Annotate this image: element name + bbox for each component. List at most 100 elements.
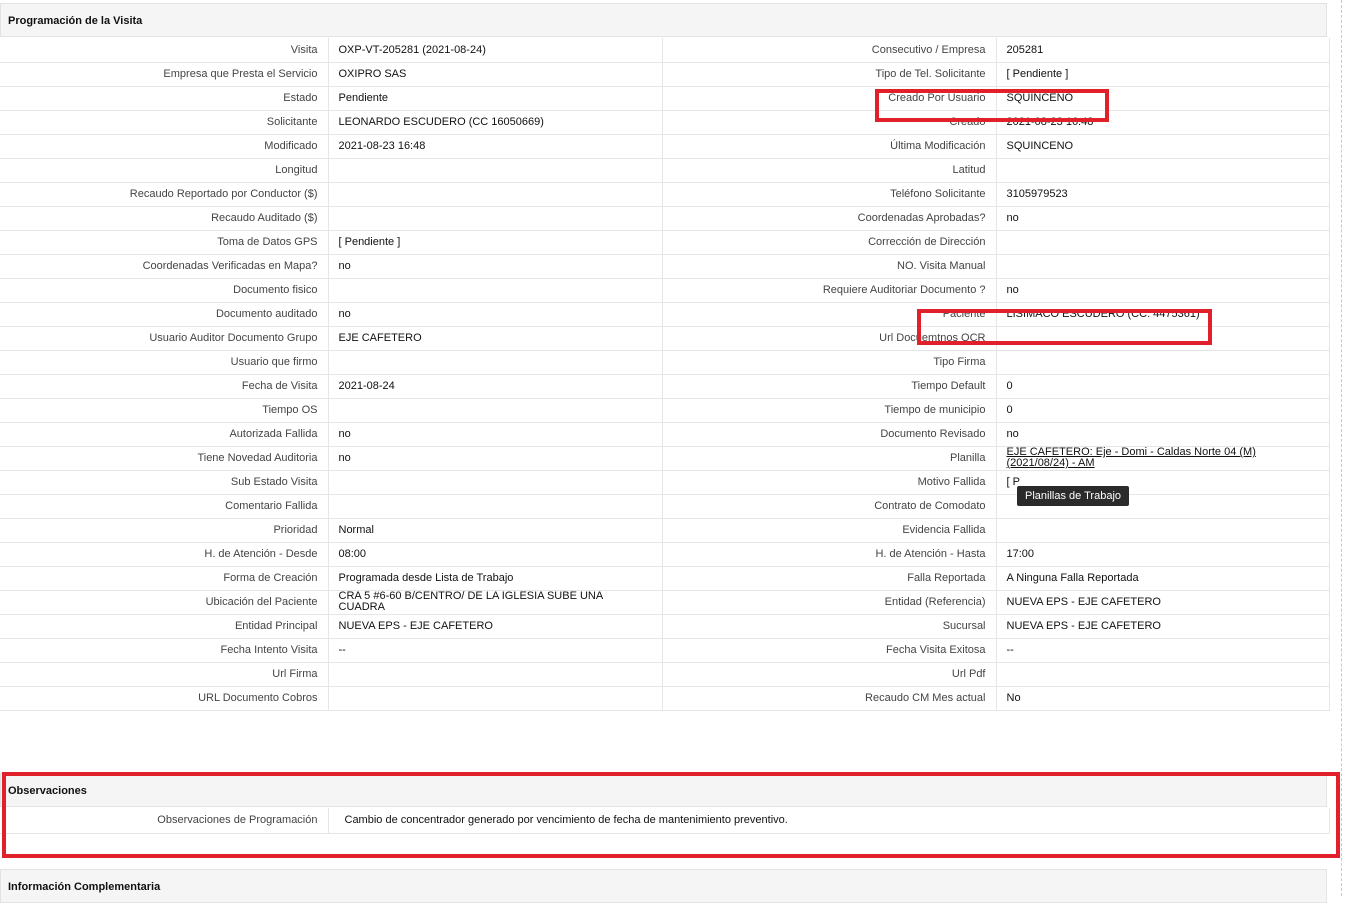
table-row: Solicitante LEONARDO ESCUDERO (CC 1605066…: [0, 110, 1330, 135]
field-label: Evidencia Fallida: [662, 518, 997, 543]
field-value: [328, 662, 663, 687]
field-label: Tiene Novedad Auditoria: [0, 446, 329, 471]
field-value: 0: [996, 398, 1330, 423]
field-label: Corrección de Dirección: [662, 230, 997, 255]
field-label: Solicitante: [0, 110, 329, 135]
field-value: [996, 518, 1330, 543]
field-label: Longitud: [0, 158, 329, 183]
field-label: URL Documento Cobros: [0, 686, 329, 711]
field-value: LISIMACO ESCUDERO (CC: 4475361): [996, 302, 1330, 327]
field-label: Recaudo Auditado ($): [0, 206, 329, 231]
field-label: Usuario que firmo: [0, 350, 329, 375]
field-value: NUEVA EPS - EJE CAFETERO: [328, 614, 663, 639]
field-value: [996, 230, 1330, 255]
table-row: Tiene Novedad Auditoria no Planilla EJE CA…: [0, 446, 1330, 471]
field-value: LEONARDO ESCUDERO (CC 16050669): [328, 110, 663, 135]
table-row: Observaciones de Programación Cambio de …: [0, 808, 1330, 834]
field-label: Entidad (Referencia): [662, 590, 997, 615]
field-value: [328, 494, 663, 519]
field-value: No: [996, 686, 1330, 711]
field-label: Forma de Creación: [0, 566, 329, 591]
observaciones-label: Observaciones de Programación: [0, 808, 329, 834]
dashed-page-border: [1341, 0, 1342, 896]
field-label: Fecha de Visita: [0, 374, 329, 399]
table-row: Empresa que Presta el Servicio OXIPRO SAS…: [0, 62, 1330, 87]
field-value: NUEVA EPS - EJE CAFETERO: [996, 590, 1330, 615]
field-value: 2021-08-24: [328, 374, 663, 399]
field-label: Prioridad: [0, 518, 329, 543]
field-value: OXP-VT-205281 (2021-08-24): [328, 38, 663, 63]
field-value: no: [328, 446, 663, 471]
field-label: Sucursal: [662, 614, 997, 639]
field-value: [ Pendiente ]: [328, 230, 663, 255]
table-row: Autorizada Fallida no Documento Revisado …: [0, 422, 1330, 447]
field-label: NO. Visita Manual: [662, 254, 997, 279]
field-label: Creado Por Usuario: [662, 86, 997, 111]
table-row: H. de Atención - Desde 08:00 H. de Atenció…: [0, 542, 1330, 567]
field-value: 3105979523: [996, 182, 1330, 207]
field-value: 0: [996, 374, 1330, 399]
field-value: no: [328, 422, 663, 447]
field-value: EJE CAFETERO: [328, 326, 663, 351]
field-label: Fecha Intento Visita: [0, 638, 329, 663]
field-value: no: [996, 278, 1330, 303]
field-label: Consecutivo / Empresa: [662, 38, 997, 63]
table-row: Forma de Creación Programada desde Lista …: [0, 566, 1330, 591]
visit-details-table: Visita OXP-VT-205281 (2021-08-24) Consecut…: [0, 38, 1330, 711]
planilla-tooltip: Planillas de Trabajo: [1017, 486, 1130, 506]
planilla-link[interactable]: EJE CAFETERO: Eje - Domi - Caldas Norte …: [1007, 446, 1256, 469]
field-label: Modificado: [0, 134, 329, 159]
table-row: URL Documento Cobros Recaudo CM Mes actua…: [0, 686, 1330, 711]
field-value: EJE CAFETERO: Eje - Domi - Caldas Norte …: [996, 446, 1330, 471]
table-row: Usuario Auditor Documento Grupo EJE CAFET…: [0, 326, 1330, 351]
observaciones-value: Cambio de concentrador generado por venc…: [328, 808, 1330, 834]
table-row: Visita OXP-VT-205281 (2021-08-24) Consecut…: [0, 38, 1330, 63]
field-label: Toma de Datos GPS: [0, 230, 329, 255]
field-label: Visita: [0, 38, 329, 63]
field-label: Sub Estado Visita: [0, 470, 329, 495]
field-label: Requiere Auditoriar Documento ?: [662, 278, 997, 303]
field-value: A Ninguna Falla Reportada: [996, 566, 1330, 591]
field-label: Estado: [0, 86, 329, 111]
field-label: Documento Revisado: [662, 422, 997, 447]
field-value: [328, 158, 663, 183]
field-value: NUEVA EPS - EJE CAFETERO: [996, 614, 1330, 639]
field-label: Tiempo OS: [0, 398, 329, 423]
field-label: Fecha Visita Exitosa: [662, 638, 997, 663]
field-value: no: [996, 206, 1330, 231]
field-label: Latitud: [662, 158, 997, 183]
field-label: Tipo Firma: [662, 350, 997, 375]
field-value: [328, 470, 663, 495]
field-value: no: [328, 302, 663, 327]
field-value: [328, 398, 663, 423]
field-value: [ Pendiente ]: [996, 62, 1330, 87]
field-value: [996, 662, 1330, 687]
field-label: Entidad Principal: [0, 614, 329, 639]
field-value: --: [996, 638, 1330, 663]
field-label: Url Firma: [0, 662, 329, 687]
field-label: Comentario Fallida: [0, 494, 329, 519]
field-value: SQUINCENO: [996, 134, 1330, 159]
table-row: Fecha Intento Visita -- Fecha Visita Exit…: [0, 638, 1330, 663]
table-row: Documento auditado no Paciente LISIMACO ES…: [0, 302, 1330, 327]
field-label: Contrato de Comodato: [662, 494, 997, 519]
field-label: Documento auditado: [0, 302, 329, 327]
field-value: [996, 158, 1330, 183]
field-value: [996, 254, 1330, 279]
field-label: Coordenadas Aprobadas?: [662, 206, 997, 231]
field-label: Tipo de Tel. Solicitante: [662, 62, 997, 87]
table-row: Comentario Fallida Contrato de Comodato: [0, 494, 1330, 519]
field-value: [328, 686, 663, 711]
field-value: Normal: [328, 518, 663, 543]
field-value: [996, 350, 1330, 375]
table-row: Estado Pendiente Creado Por Usuario SQUINCE…: [0, 86, 1330, 111]
field-label: Tiempo de municipio: [662, 398, 997, 423]
field-value: Pendiente: [328, 86, 663, 111]
field-value: 205281: [996, 38, 1330, 63]
table-row: Recaudo Auditado ($) Coordenadas Aprobada…: [0, 206, 1330, 231]
table-row: Url Firma Url Pdf: [0, 662, 1330, 687]
field-label: Url Pdf: [662, 662, 997, 687]
field-value: [328, 350, 663, 375]
table-row: Ubicación del Paciente CRA 5 #6-60 B/CENT…: [0, 590, 1330, 615]
field-label: H. de Atención - Hasta: [662, 542, 997, 567]
